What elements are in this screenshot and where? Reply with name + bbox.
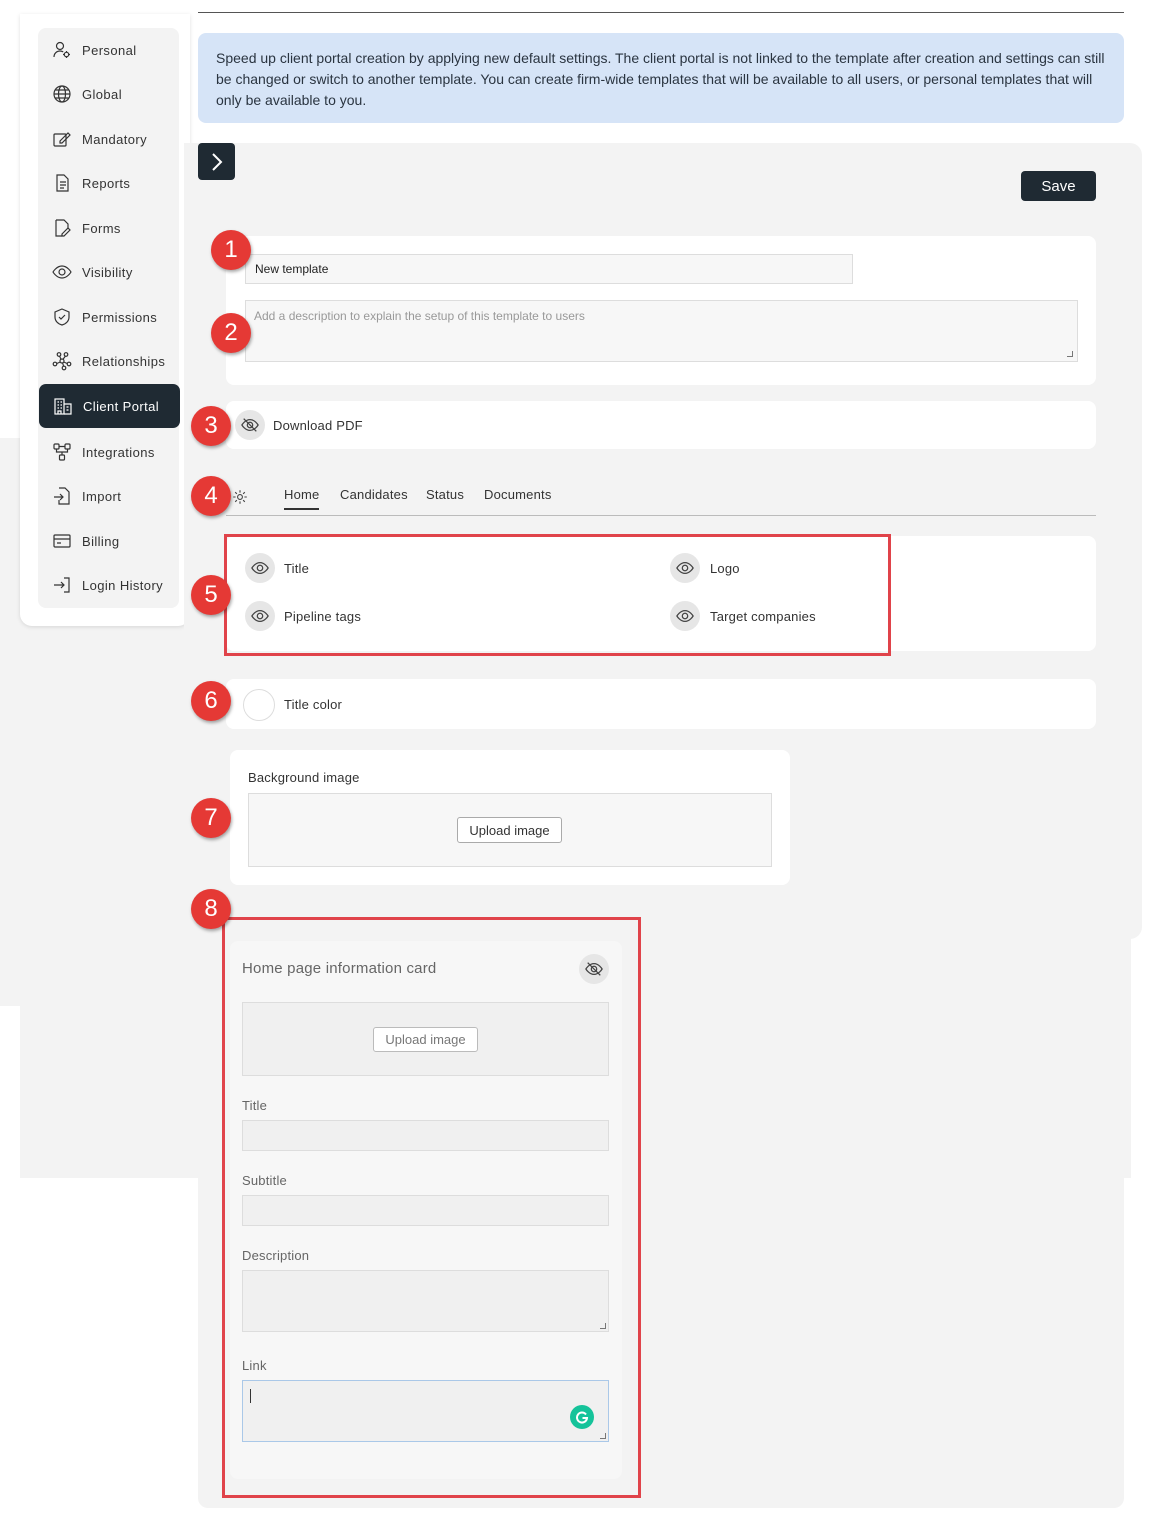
sidebar-item-label: Client Portal [83,398,160,414]
save-button[interactable]: Save [1021,171,1096,201]
sidebar-item-label: Billing [82,533,120,549]
sidebar-item-label: Mandatory [82,131,148,147]
integrations-icon [53,443,71,461]
user-settings-icon [53,41,70,58]
sidebar-item-mandatory[interactable]: Mandatory [38,117,179,161]
highlight-box [224,534,891,656]
background-image-label: Background image [248,770,360,785]
import-icon [54,487,70,505]
resize-handle[interactable] [1067,351,1073,357]
title-color-swatch[interactable] [243,689,275,721]
tab-documents[interactable]: Documents [484,487,552,502]
sidebar-item-label: Login History [82,577,164,593]
step-marker: 6 [191,681,231,721]
highlight-box [222,917,641,1498]
sidebar-item-permissions[interactable]: Permissions [38,295,179,339]
tab-candidates[interactable]: Candidates [340,487,408,502]
sidebar-item-login-history[interactable]: Login History [38,563,179,607]
step-marker: 8 [191,889,231,929]
network-icon [52,352,72,371]
globe-icon [53,85,71,103]
step-marker: 3 [191,406,231,446]
sidebar-item-global[interactable]: Global [38,72,179,116]
sidebar-item-label: Reports [82,175,131,191]
title-color-card [226,679,1096,729]
download-pdf-label: Download PDF [273,418,363,433]
gear-icon[interactable] [232,489,248,505]
billing-icon [53,534,71,548]
sidebar-item-billing[interactable]: Billing [38,519,179,563]
sidebar-item-label: Relationships [82,353,166,369]
sidebar-item-label: Permissions [82,309,158,325]
sidebar-item-label: Integrations [82,444,155,460]
sidebar-item-personal[interactable]: Personal [38,28,179,72]
info-banner: Speed up client portal creation by apply… [198,33,1124,123]
sidebar-item-integrations[interactable]: Integrations [38,430,179,474]
sidebar-item-visibility[interactable]: Visibility [38,250,179,294]
step-marker: 1 [211,230,251,270]
template-description-input[interactable]: Add a description to explain the setup o… [245,300,1078,362]
tab-home[interactable]: Home [284,487,320,510]
step-marker: 4 [191,476,231,516]
sidebar-item-label: Import [82,488,122,504]
template-name-input[interactable]: New template [245,254,853,284]
sidebar-item-label: Global [82,86,122,102]
step-marker: 5 [191,575,231,615]
sidebar-item-import[interactable]: Import [38,474,179,518]
sidebar: Personal Global Mandatory Reports Forms … [38,28,180,608]
tab-bar: Home Candidates Status Documents [226,480,1096,516]
step-marker: 2 [211,313,251,353]
expand-button[interactable] [198,143,235,180]
form-icon [55,219,71,237]
eye-off-icon [241,418,259,432]
building-icon [54,398,72,415]
tab-status[interactable]: Status [426,487,464,502]
sidebar-item-reports[interactable]: Reports [38,161,179,205]
divider [198,12,1124,13]
sidebar-item-label: Personal [82,42,137,58]
login-icon [54,577,70,593]
sidebar-item-client-portal[interactable]: Client Portal [39,384,180,428]
chevron-right-icon [211,152,222,171]
upload-image-button[interactable]: Upload image [457,817,562,843]
edit-icon [53,132,71,147]
step-marker: 7 [191,798,231,838]
visibility-toggle[interactable] [235,410,265,440]
sidebar-item-label: Visibility [82,264,133,280]
sidebar-item-label: Forms [82,220,121,236]
sidebar-item-forms[interactable]: Forms [38,206,179,250]
title-color-label: Title color [284,697,343,712]
document-icon [56,174,69,192]
eye-icon [52,265,72,279]
sidebar-item-relationships[interactable]: Relationships [38,339,179,383]
shield-icon [54,308,70,326]
